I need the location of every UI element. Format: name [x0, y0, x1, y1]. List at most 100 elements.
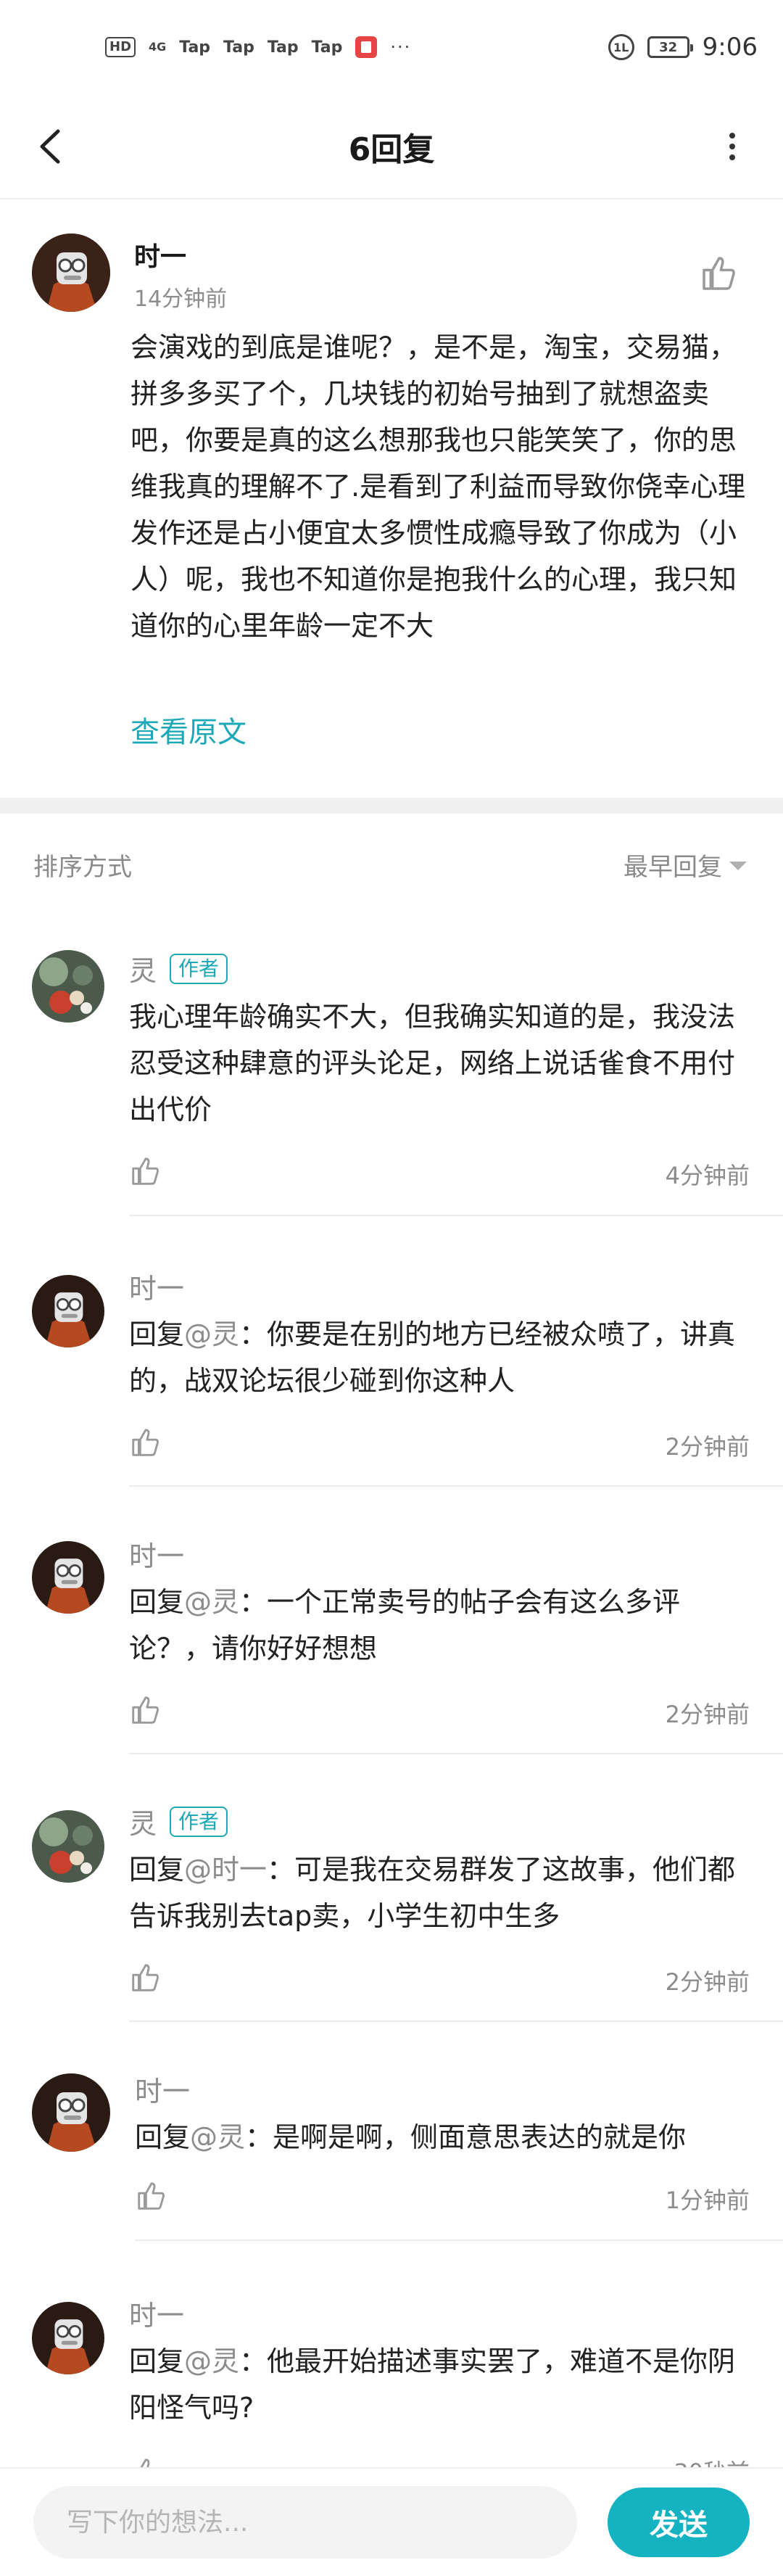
- view-original-link[interactable]: 查看原文: [130, 709, 246, 751]
- page-title: 6回复: [348, 131, 435, 168]
- more-notifications-icon: ···: [390, 37, 412, 57]
- send-button[interactable]: 发送: [608, 2488, 750, 2557]
- comment-timestamp: 14分钟前: [134, 286, 228, 312]
- author-badge: 作者: [170, 1806, 228, 1837]
- thumbs-up-icon: [138, 2182, 165, 2210]
- mention-link[interactable]: @灵: [190, 2121, 245, 2153]
- tap-notification-icon: Tap: [311, 38, 343, 57]
- sort-label: 排序方式: [33, 852, 132, 882]
- like-button[interactable]: [129, 1961, 162, 1994]
- reply-author[interactable]: 灵: [129, 1801, 157, 1841]
- reply-text: 我心理年龄确实不大，但我确实知道的是，我没法忍受这种肆意的评头论足，网络上说话雀…: [129, 1001, 736, 1126]
- mention-link[interactable]: @灵: [184, 1586, 239, 1618]
- avatar[interactable]: [32, 2302, 104, 2374]
- main-comment: 时一 14分钟前 会演戏的到底是谁呢？，是不是，淘宝，交易猫，拼多多买了个，几块…: [0, 201, 783, 798]
- like-button[interactable]: [699, 253, 740, 294]
- divider: [135, 2239, 783, 2241]
- reply-author[interactable]: 时一: [129, 2293, 184, 2333]
- reply-prefix: 回复: [129, 2345, 185, 2377]
- reply-timestamp: 2分钟前: [665, 1433, 750, 1461]
- status-bar: HD 4G Tap Tap Tap Tap ··· 1L 32 9:06: [0, 0, 783, 94]
- reply-header: 时一: [129, 1266, 184, 1306]
- status-right: 1L 32 9:06: [608, 33, 758, 62]
- reply-timestamp: 2分钟前: [665, 1968, 750, 1996]
- avatar[interactable]: [32, 234, 110, 312]
- robot-avatar-image: [32, 2073, 110, 2152]
- mention-link[interactable]: @灵: [184, 1318, 239, 1350]
- thumbs-up-icon: [132, 1429, 159, 1456]
- reply-body: 回复@灵：你要是在别的地方已经被众喷了，讲真的，战双论坛很少碰到你这种人: [129, 1311, 753, 1404]
- battery-icon: 32: [647, 36, 693, 58]
- avatar[interactable]: [32, 2073, 110, 2152]
- like-button[interactable]: [129, 1155, 162, 1188]
- reply-item: 灵 作者 我心理年龄确实不大，但我确实知道的是，我没法忍受这种肆意的评头论足，网…: [0, 949, 783, 1216]
- reply-author[interactable]: 时一: [129, 1534, 184, 1574]
- sort-dropdown[interactable]: 最早回复: [624, 847, 747, 883]
- thumbs-up-icon: [132, 1157, 159, 1185]
- more-vertical-icon: [729, 133, 735, 160]
- thumbs-up-icon: [132, 1696, 159, 1724]
- more-options-button[interactable]: [710, 125, 754, 168]
- reply-body: 我心理年龄确实不大，但我确实知道的是，我没法忍受这种肆意的评头论足，网络上说话雀…: [129, 994, 753, 1133]
- reply-header: 时一: [135, 2069, 190, 2109]
- comment-body: 会演戏的到底是谁呢？，是不是，淘宝，交易猫，拼多多买了个，几块钱的初始号抽到了就…: [130, 331, 746, 642]
- thumbs-up-icon: [703, 257, 735, 290]
- robot-avatar-image: [32, 2302, 104, 2374]
- reply-body: 回复@灵：是啊是啊，侧面意思表达的就是你: [135, 2114, 758, 2160]
- back-button[interactable]: [29, 125, 72, 168]
- avatar[interactable]: [32, 1275, 104, 1347]
- alarm-icon: 1L: [608, 34, 634, 60]
- reply-body: 回复@灵：一个正常卖号的帖子会有这么多评论？，请你好好想想: [129, 1579, 753, 1672]
- reply-body: 回复@时一：可是我在交易群发了这故事，他们都告诉我别去tap卖，小学生初中生多: [129, 1846, 753, 1939]
- robot-avatar-image: [32, 1275, 104, 1347]
- reply-author[interactable]: 灵: [129, 949, 157, 988]
- comment-composer: 发送: [0, 2467, 783, 2576]
- flower-avatar-image: [32, 950, 104, 1023]
- divider: [129, 2020, 783, 2022]
- tap-notification-icon: Tap: [267, 38, 299, 57]
- reply-header: 灵 作者: [129, 949, 228, 988]
- reply-body: 回复@灵：他最开始描述事实罢了，难道不是你阴阳怪气吗?: [129, 2338, 753, 2431]
- reply-header: 时一: [129, 2293, 184, 2333]
- clock: 9:06: [702, 33, 758, 62]
- divider: [129, 1753, 783, 1754]
- thumbs-up-icon: [132, 1964, 159, 1991]
- robot-avatar-image: [32, 234, 110, 312]
- avatar[interactable]: [32, 950, 104, 1023]
- chevron-left-icon: [40, 129, 60, 164]
- reply-timestamp: 1分钟前: [665, 2187, 750, 2214]
- reply-text: ：是啊是啊，侧面意思表达的就是你: [245, 2121, 687, 2153]
- reply-header: 时一: [129, 1534, 184, 1574]
- sort-bar: 排序方式 最早回复: [0, 814, 783, 915]
- comment-author[interactable]: 时一: [134, 236, 186, 273]
- author-badge: 作者: [170, 953, 228, 984]
- tap-notification-icon: Tap: [179, 38, 211, 57]
- reply-prefix: 回复: [129, 1854, 185, 1886]
- reply-prefix: 回复: [129, 1586, 185, 1618]
- flower-avatar-image: [32, 1810, 104, 1883]
- mention-link[interactable]: @时一: [184, 1854, 267, 1886]
- reply-prefix: 回复: [135, 2121, 191, 2153]
- tap-notification-icon: Tap: [223, 38, 254, 57]
- like-button[interactable]: [135, 2179, 168, 2213]
- like-button[interactable]: [129, 1693, 162, 1727]
- reply-prefix: 回复: [129, 1318, 185, 1350]
- top-app-bar: 6回复: [0, 94, 783, 199]
- reply-timestamp: 4分钟前: [665, 1162, 750, 1189]
- reply-header: 灵 作者: [129, 1801, 228, 1841]
- reply-author[interactable]: 时一: [129, 1266, 184, 1306]
- mention-link[interactable]: @灵: [184, 2345, 239, 2377]
- robot-avatar-image: [32, 1541, 104, 1614]
- app-notification-icon: [355, 36, 378, 58]
- avatar[interactable]: [32, 1810, 104, 1883]
- divider: [129, 1215, 783, 1216]
- hd-indicator: HD: [105, 37, 136, 57]
- avatar[interactable]: [32, 1541, 104, 1614]
- signal-icon: 4G: [149, 40, 167, 54]
- sort-selected-value: 最早回复: [624, 852, 722, 882]
- reply-timestamp: 2分钟前: [665, 1701, 750, 1728]
- like-button[interactable]: [129, 1426, 162, 1459]
- comment-input[interactable]: [33, 2486, 577, 2559]
- section-divider: [0, 798, 783, 814]
- reply-author[interactable]: 时一: [135, 2069, 190, 2109]
